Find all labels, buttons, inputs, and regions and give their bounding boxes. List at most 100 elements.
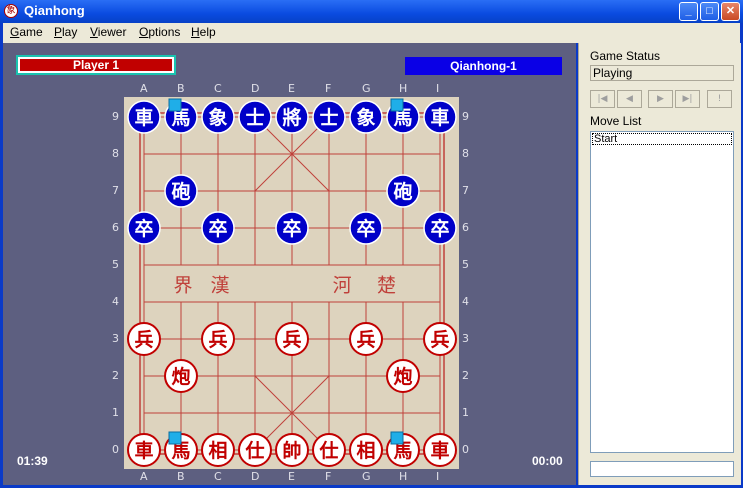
red-piece[interactable]: 仕 bbox=[312, 433, 346, 467]
menu-play[interactable]: Play bbox=[54, 25, 77, 39]
river-text: 漢 bbox=[210, 275, 229, 297]
blue-piece[interactable]: 士 bbox=[238, 100, 272, 134]
file-label-top: D bbox=[251, 82, 260, 95]
blue-piece[interactable]: 象 bbox=[349, 100, 383, 134]
minimize-button[interactable]: _ bbox=[679, 2, 698, 21]
blue-piece[interactable]: 卒 bbox=[127, 211, 161, 245]
blue-piece[interactable]: 砲 bbox=[164, 174, 198, 208]
red-piece[interactable]: 兵 bbox=[275, 322, 309, 356]
next-move-button[interactable]: ▶ bbox=[648, 90, 673, 108]
blue-piece[interactable]: 卒 bbox=[423, 211, 457, 245]
file-label-bottom: H bbox=[399, 470, 408, 483]
xiangqi-board[interactable]: 界漢河楚車馬象士將士象馬車砲砲卒卒卒卒卒兵兵兵兵兵炮炮車馬相仕帥仕相馬車 bbox=[124, 97, 459, 469]
close-button[interactable]: ✕ bbox=[721, 2, 740, 21]
file-label-top: F bbox=[325, 82, 332, 95]
red-piece[interactable]: 炮 bbox=[386, 359, 420, 393]
piece-glyph: 炮 bbox=[393, 365, 412, 388]
title-bar[interactable]: 象 Qianhong _ □ ✕ bbox=[0, 0, 743, 23]
message-field bbox=[590, 461, 734, 477]
blue-piece[interactable]: 將 bbox=[275, 100, 309, 134]
menu-options-accel: O bbox=[139, 25, 149, 39]
red-piece[interactable]: 帥 bbox=[275, 433, 309, 467]
rank-label-left: 4 bbox=[112, 295, 119, 308]
blue-piece[interactable]: 卒 bbox=[201, 211, 235, 245]
piece-glyph: 兵 bbox=[430, 329, 449, 351]
file-label-bottom: G bbox=[362, 470, 371, 483]
last-move-icon: ▶| bbox=[682, 94, 693, 104]
blue-piece[interactable]: 象 bbox=[201, 100, 235, 134]
rank-label-right: 4 bbox=[462, 295, 469, 308]
red-piece[interactable]: 兵 bbox=[349, 322, 383, 356]
game-status-label: Game Status bbox=[590, 49, 661, 63]
game-status-value: Playing bbox=[590, 65, 734, 81]
rank-label-right: 3 bbox=[462, 332, 469, 345]
last-move-button[interactable]: ▶| bbox=[675, 90, 700, 108]
rank-label-left: 3 bbox=[112, 332, 119, 345]
menu-game-accel: G bbox=[10, 25, 20, 39]
red-piece[interactable]: 車 bbox=[423, 433, 457, 467]
piece-glyph: 相 bbox=[356, 440, 375, 462]
piece-glyph: 相 bbox=[208, 440, 227, 462]
prev-move-button[interactable]: ◀ bbox=[617, 90, 642, 108]
rank-label-right: 0 bbox=[462, 443, 469, 456]
river-text: 楚 bbox=[377, 275, 396, 297]
maximize-button[interactable]: □ bbox=[700, 2, 719, 21]
file-label-top: B bbox=[177, 82, 185, 95]
window-title: Qianhong bbox=[24, 3, 85, 18]
rank-label-left: 1 bbox=[112, 406, 119, 419]
menu-game[interactable]: Game bbox=[10, 25, 43, 39]
move-list-item[interactable]: Start bbox=[592, 133, 732, 145]
blue-player-name: Qianhong-1 bbox=[405, 57, 562, 75]
red-piece[interactable]: 車 bbox=[127, 433, 161, 467]
move-list[interactable]: Start bbox=[590, 131, 734, 453]
piece-glyph: 卒 bbox=[208, 217, 227, 240]
hint-button[interactable]: ! bbox=[707, 90, 732, 108]
red-piece[interactable]: 炮 bbox=[164, 359, 198, 393]
rank-label-left: 5 bbox=[112, 258, 119, 271]
blue-piece[interactable]: 卒 bbox=[349, 211, 383, 245]
move-list-label: Move List bbox=[590, 114, 642, 128]
menu-options[interactable]: Options bbox=[139, 25, 180, 39]
app-window: 象 Qianhong _ □ ✕ Game Play Viewer Option… bbox=[0, 0, 743, 488]
rank-label-left: 7 bbox=[112, 184, 119, 197]
piece-glyph: 車 bbox=[430, 106, 449, 129]
app-icon[interactable]: 象 bbox=[4, 4, 18, 18]
piece-glyph: 卒 bbox=[134, 217, 153, 240]
piece-glyph: 兵 bbox=[282, 329, 301, 351]
piece-glyph: 士 bbox=[245, 107, 264, 129]
menu-options-label: ptions bbox=[148, 25, 181, 39]
rank-label-left: 6 bbox=[112, 221, 119, 234]
piece-glyph: 車 bbox=[430, 439, 449, 462]
red-piece[interactable]: 相 bbox=[201, 433, 235, 467]
menu-help[interactable]: Help bbox=[191, 25, 216, 39]
red-piece[interactable]: 兵 bbox=[201, 322, 235, 356]
red-piece[interactable]: 兵 bbox=[423, 322, 457, 356]
river-text: 河 bbox=[333, 275, 352, 297]
last-move-marker bbox=[168, 431, 182, 445]
red-piece[interactable]: 兵 bbox=[127, 322, 161, 356]
rank-label-right: 9 bbox=[462, 110, 469, 123]
red-piece[interactable]: 仕 bbox=[238, 433, 272, 467]
blue-piece[interactable]: 車 bbox=[423, 100, 457, 134]
prev-move-icon: ◀ bbox=[626, 94, 633, 104]
menu-viewer[interactable]: Viewer bbox=[90, 25, 126, 39]
blue-piece[interactable]: 士 bbox=[312, 100, 346, 134]
game-area: Player 1 Qianhong-1 01:39 00:00 A A B B C C D D… bbox=[3, 43, 576, 485]
red-piece[interactable]: 相 bbox=[349, 433, 383, 467]
board-grid: 界漢河楚車馬象士將士象馬車砲 砲卒卒卒卒卒兵兵兵兵兵炮 炮車馬相仕帥仕相馬車 bbox=[127, 98, 457, 467]
file-label-top: H bbox=[399, 82, 408, 95]
river-text: 界 bbox=[173, 275, 192, 297]
rank-label-right: 8 bbox=[462, 147, 469, 160]
piece-glyph: 卒 bbox=[282, 217, 301, 240]
blue-piece[interactable]: 車 bbox=[127, 100, 161, 134]
first-move-button[interactable]: |◀ bbox=[590, 90, 615, 108]
piece-glyph: 卒 bbox=[356, 217, 375, 240]
rank-label-left: 2 bbox=[112, 369, 119, 382]
rank-label-right: 2 bbox=[462, 369, 469, 382]
piece-glyph: 象 bbox=[208, 106, 227, 129]
piece-glyph: 砲 bbox=[171, 181, 190, 203]
piece-glyph: 帥 bbox=[282, 439, 301, 462]
file-label-bottom: B bbox=[177, 470, 185, 483]
blue-piece[interactable]: 卒 bbox=[275, 211, 309, 245]
blue-piece[interactable]: 砲 bbox=[386, 174, 420, 208]
